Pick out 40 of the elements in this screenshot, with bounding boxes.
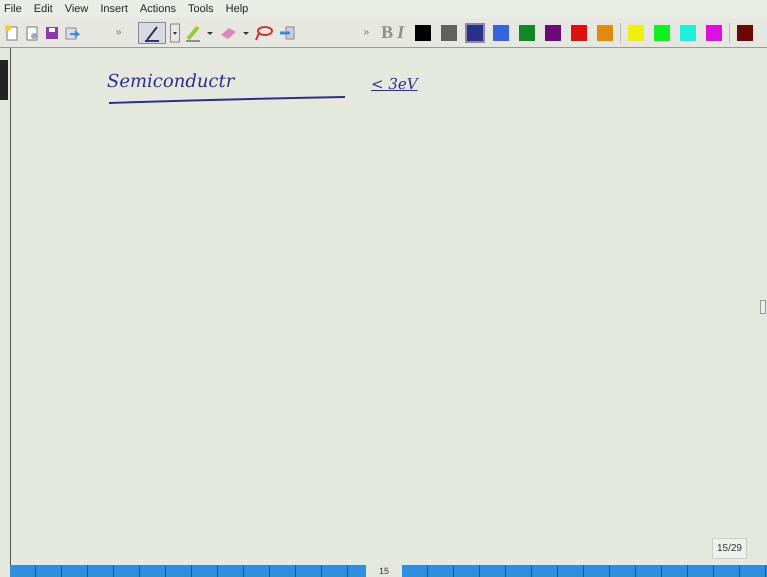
scroll-handle-icon[interactable] [760, 300, 766, 314]
color-swatch[interactable] [519, 24, 536, 40]
handwritten-text: < 3eV [371, 74, 418, 94]
lasso-icon[interactable] [254, 24, 274, 42]
color-swatch[interactable] [597, 24, 614, 40]
pen-icon [142, 24, 161, 42]
insert-space-icon[interactable] [278, 24, 296, 40]
overflow-button[interactable]: » [364, 25, 370, 40]
color-swatch[interactable] [545, 24, 562, 40]
page-edge-marker [0, 60, 8, 100]
highlighter-icon[interactable] [184, 24, 202, 42]
menu-item[interactable]: Tools [188, 0, 214, 18]
new-note-icon[interactable] [4, 24, 20, 40]
menu-item[interactable]: Edit [34, 0, 53, 18]
color-swatch[interactable] [654, 24, 670, 40]
page-counter: 15/29 [712, 538, 747, 559]
color-swatch[interactable] [737, 24, 754, 40]
menu-item[interactable]: Help [226, 0, 248, 18]
menu-item[interactable]: View [64, 0, 88, 18]
handwritten-text: Semiconductr [107, 70, 234, 94]
send-icon[interactable] [64, 24, 80, 40]
page-tab[interactable]: 15 [366, 565, 402, 577]
save-icon[interactable] [44, 24, 60, 40]
color-swatch[interactable] [628, 24, 644, 40]
page-strip[interactable] [402, 565, 767, 577]
color-swatch[interactable] [467, 24, 484, 40]
color-swatch[interactable] [571, 24, 588, 40]
menu-item[interactable]: File [4, 0, 22, 18]
menu-item[interactable]: Insert [100, 0, 128, 18]
menu-item[interactable]: Actions [140, 0, 176, 18]
color-swatch[interactable] [415, 24, 432, 40]
color-swatch[interactable] [706, 24, 722, 40]
caret-icon[interactable] [170, 22, 180, 42]
overflow-button[interactable]: » [116, 25, 122, 40]
document-icon[interactable] [24, 24, 40, 40]
page-strip[interactable] [10, 565, 366, 577]
color-swatch[interactable] [441, 24, 458, 40]
pen-button[interactable] [138, 22, 166, 44]
color-swatch[interactable] [680, 24, 696, 40]
color-swatch[interactable] [493, 24, 510, 40]
